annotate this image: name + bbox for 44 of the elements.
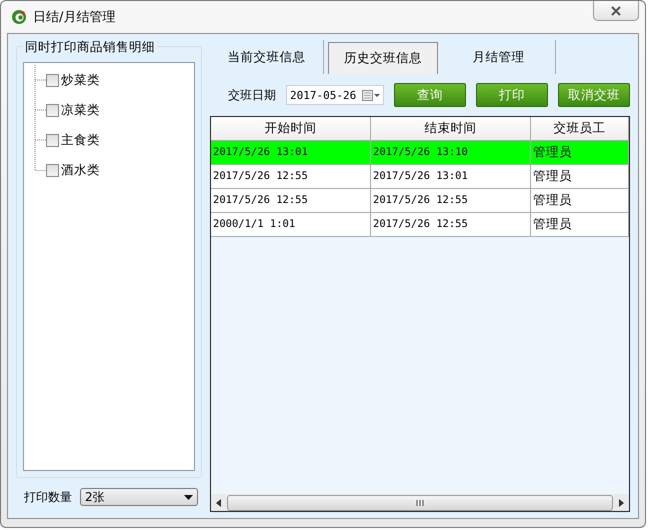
- print-count-dropdown[interactable]: 2张: [80, 488, 198, 506]
- scroll-right-icon: [619, 498, 624, 506]
- column-header[interactable]: 交班员工: [531, 117, 629, 140]
- table-cell: 管理员: [531, 213, 629, 236]
- dropdown-arrow-icon: [184, 494, 193, 500]
- category-label[interactable]: 炒菜类: [61, 72, 100, 88]
- calendar-icon: [362, 90, 380, 100]
- close-icon: [611, 6, 621, 16]
- window-title: 日结/月结管理: [33, 9, 116, 26]
- table-cell: 2017/5/26 13:01: [371, 165, 531, 188]
- tree-line: [34, 95, 46, 125]
- checkbox[interactable]: [46, 74, 59, 86]
- table-row[interactable]: 2017/5/26 12:55 2017/5/26 12:55 管理员: [211, 189, 629, 213]
- table-cell: 管理员: [531, 165, 629, 188]
- tree-line: [34, 65, 46, 95]
- logo-icon: [11, 9, 27, 25]
- date-picker[interactable]: 2017-05-26: [286, 85, 384, 105]
- table-row[interactable]: 2017/5/26 12:55 2017/5/26 13:01 管理员: [211, 165, 629, 189]
- group-title: 同时打印商品销售明细: [23, 39, 157, 56]
- scroll-left-icon: [216, 498, 221, 506]
- grip-icon: [416, 500, 424, 506]
- tab[interactable]: 历史交班信息: [328, 42, 438, 74]
- table-cell: 2017/5/26 12:55: [371, 189, 531, 212]
- close-button[interactable]: [593, 1, 639, 21]
- checkbox[interactable]: [46, 104, 59, 116]
- table-cell: 2017/5/26 13:01: [211, 141, 371, 164]
- category-label[interactable]: 酒水类: [61, 162, 100, 178]
- column-header[interactable]: 开始时间: [211, 117, 371, 140]
- table-row[interactable]: 2000/1/1 1:01 2017/5/26 12:55 管理员: [211, 213, 629, 237]
- table-cell: 2017/5/26 12:55: [211, 165, 371, 188]
- checkbox[interactable]: [46, 164, 59, 176]
- table-row[interactable]: 2017/5/26 13:01 2017/5/26 13:10 管理员: [211, 141, 629, 165]
- date-label: 交班日期: [228, 86, 276, 104]
- table-cell: 管理员: [531, 141, 629, 164]
- column-header[interactable]: 结束时间: [371, 117, 531, 140]
- table-cell: 2000/1/1 1:01: [211, 213, 371, 236]
- print-count-label: 打印数量: [24, 488, 72, 506]
- category-label[interactable]: 主食类: [61, 132, 100, 148]
- checkbox[interactable]: [46, 134, 59, 146]
- table-cell: 2017/5/26 12:55: [211, 189, 371, 212]
- table-cell: 2017/5/26 13:10: [371, 141, 531, 164]
- table-cell: 管理员: [531, 189, 629, 212]
- table-cell: 2017/5/26 12:55: [371, 213, 531, 236]
- category-label[interactable]: 凉菜类: [61, 102, 100, 118]
